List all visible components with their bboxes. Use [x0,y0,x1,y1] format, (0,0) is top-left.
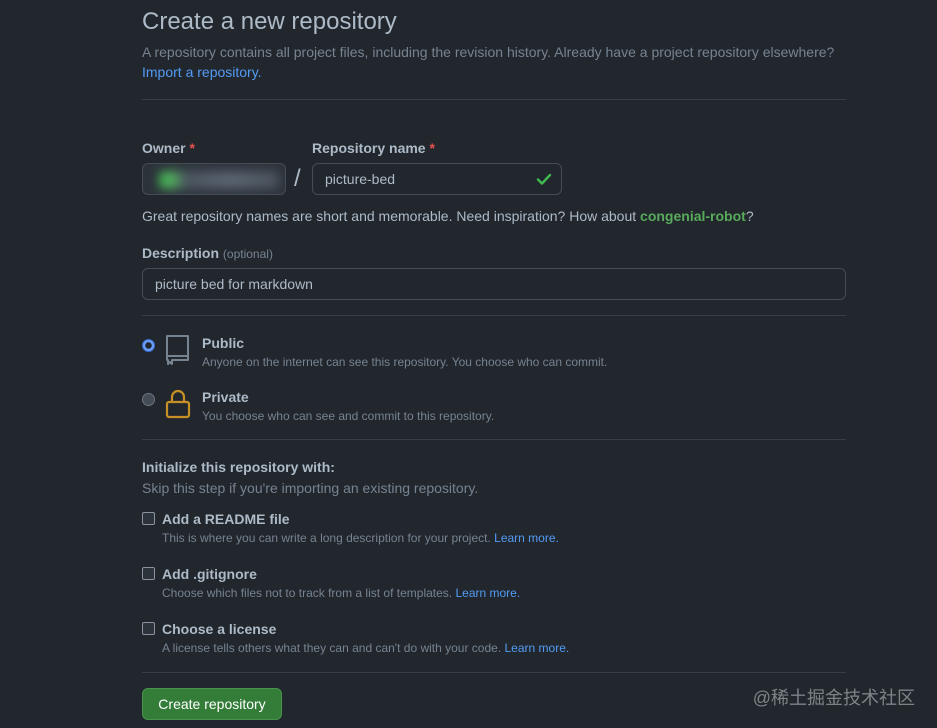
learn-more-link[interactable]: Learn more. [505,641,570,655]
description-input[interactable]: picture bed for markdown [142,268,846,300]
name-suggestion-link[interactable]: congenial-robot [640,208,746,224]
repo-name-label-text: Repository name [312,140,426,156]
name-hint: Great repository names are short and mem… [142,208,754,224]
divider [142,99,846,100]
name-hint-text: Great repository names are short and mem… [142,208,641,224]
page-title: Create a new repository [142,8,397,35]
owner-label-text: Owner [142,140,186,156]
repo-icon [166,335,189,365]
private-option-title: Private [202,389,249,405]
readme-desc-text: This is where you can write a long descr… [162,531,495,545]
optional-tag: (optional) [222,247,273,261]
required-mark: * [429,140,435,156]
init-section-title: Initialize this repository with: [142,459,335,475]
divider [142,439,846,440]
learn-more-link[interactable]: Learn more. [455,586,520,600]
public-option-title: Public [202,335,245,351]
divider [142,315,846,316]
gitignore-checkbox[interactable] [142,567,155,580]
watermark: @稀土掘金技术社区 [752,688,915,708]
import-repository-link[interactable]: Import a repository. [142,63,262,81]
private-radio[interactable] [142,393,155,406]
gitignore-option-desc: Choose which files not to track from a l… [162,586,520,600]
owner-repo-separator: / [294,165,301,192]
page: Create a new repository A repository con… [0,0,937,728]
public-option-desc: Anyone on the internet can see this repo… [202,355,608,369]
learn-more-link[interactable]: Learn more. [494,531,559,545]
gitignore-desc-text: Choose which files not to track from a l… [162,586,456,600]
lock-icon [165,389,191,419]
check-icon [536,173,552,185]
license-checkbox[interactable] [142,622,155,635]
readme-option-title: Add a README file [162,511,290,527]
owner-select[interactable] [142,163,286,195]
page-subtitle: A repository contains all project files,… [142,44,835,60]
divider [142,672,846,673]
create-repository-button[interactable]: Create repository [142,688,282,720]
description-label: Description (optional) [142,245,273,261]
owner-label: Owner * [142,140,195,156]
private-option-desc: You choose who can see and commit to thi… [202,409,495,423]
required-mark: * [189,140,195,156]
license-desc-text: A license tells others what they can and… [162,641,505,655]
license-option-desc: A license tells others what they can and… [162,641,569,655]
init-section-subtitle: Skip this step if you're importing an ex… [142,480,479,496]
description-label-text: Description [142,245,220,261]
repo-name-label: Repository name * [312,140,435,156]
owner-avatar-redacted [159,171,279,189]
readme-checkbox[interactable] [142,512,155,525]
public-radio[interactable] [142,339,155,352]
license-option-title: Choose a license [162,621,277,637]
readme-option-desc: This is where you can write a long descr… [162,531,559,545]
gitignore-option-title: Add .gitignore [162,566,257,582]
name-hint-end: ? [745,208,754,224]
repo-name-input[interactable]: picture-bed [312,163,562,195]
